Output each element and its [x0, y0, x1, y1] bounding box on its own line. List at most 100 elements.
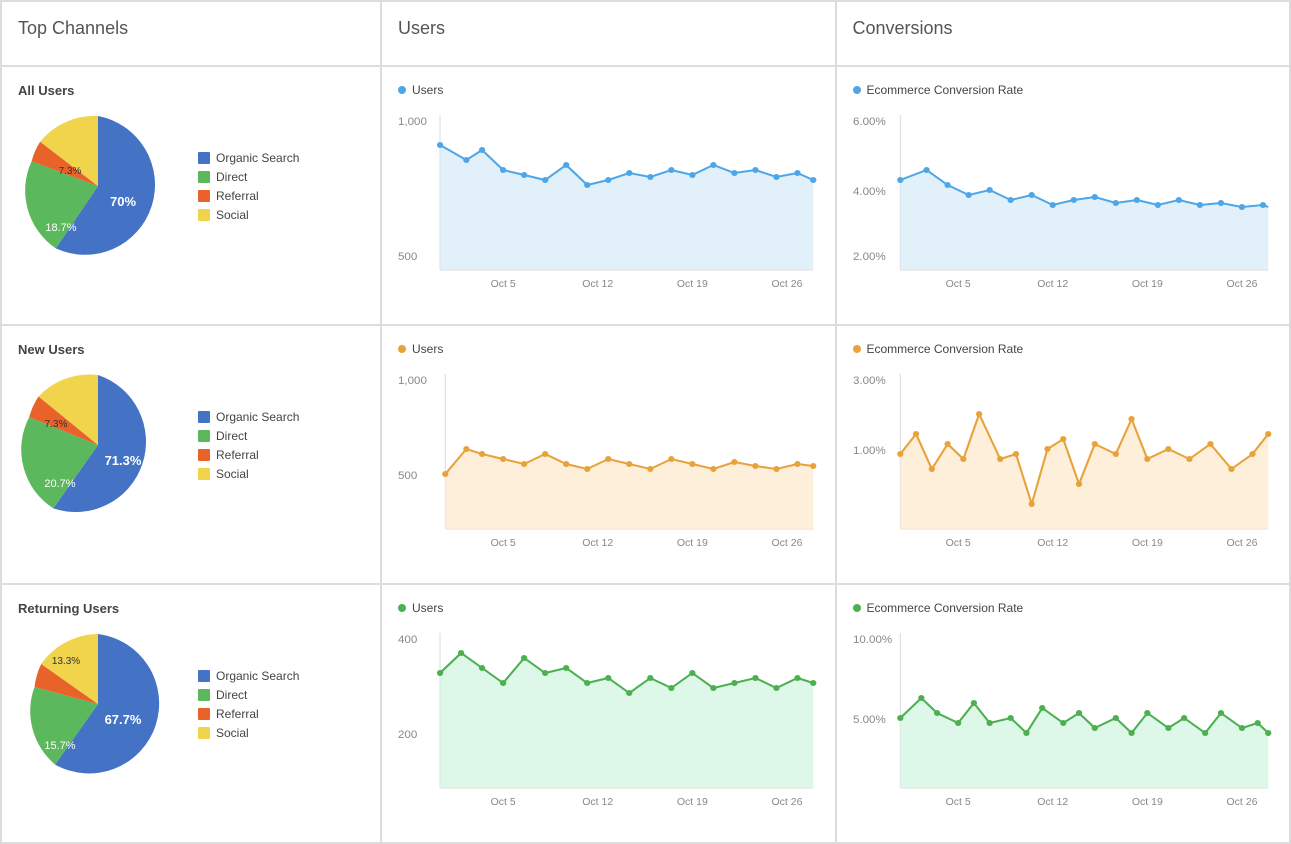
dashboard: Top Channels Users Conversions All Users… — [0, 0, 1291, 844]
all-users-conv-label: Ecommerce Conversion Rate — [867, 83, 1024, 97]
ret-legend-social-color — [198, 727, 210, 739]
new-legend-organic-color — [198, 411, 210, 423]
legend-social-color — [198, 209, 210, 221]
svg-text:500: 500 — [398, 251, 417, 263]
all-users-conv-dot — [853, 86, 861, 94]
new-legend-referral-color — [198, 449, 210, 461]
new-users-conv-chart: 3.00% 1.00% — [853, 364, 1274, 564]
returning-users-pie-container: 67.7% 15.7% 13.3% Organic Search Direct … — [18, 624, 364, 784]
legend-referral-color — [198, 190, 210, 202]
all-users-chart-title: Users — [398, 83, 819, 97]
all-users-conv-title: Ecommerce Conversion Rate — [853, 83, 1274, 97]
new-legend-social-label: Social — [216, 467, 249, 481]
header-conversions: Conversions — [836, 1, 1291, 66]
all-users-conv-chart: 6.00% 4.00% 2.00% Oct 5 — [853, 105, 1274, 305]
legend-social-label: Social — [216, 208, 249, 222]
svg-text:7.3%: 7.3% — [59, 166, 82, 177]
ret-legend-organic-label: Organic Search — [216, 669, 299, 683]
svg-text:Oct 12: Oct 12 — [582, 538, 613, 549]
svg-text:1.00%: 1.00% — [853, 445, 886, 457]
returning-users-conv-chart: 10.00% 5.00% — [853, 623, 1274, 823]
all-users-chart-dot — [398, 86, 406, 94]
new-legend-social: Social — [198, 467, 299, 481]
all-users-legend: Organic Search Direct Referral Social — [198, 151, 299, 222]
legend-organic: Organic Search — [198, 151, 299, 165]
svg-text:Oct 12: Oct 12 — [1037, 797, 1068, 808]
svg-text:Oct 26: Oct 26 — [1226, 538, 1257, 549]
new-users-chart-dot — [398, 345, 406, 353]
header-channels: Top Channels — [1, 1, 381, 66]
ret-legend-direct-label: Direct — [216, 688, 247, 702]
svg-text:Oct 19: Oct 19 — [677, 538, 708, 549]
new-legend-organic-label: Organic Search — [216, 410, 299, 424]
all-users-chart-cell: Users 1,000 500 — [381, 66, 836, 325]
new-users-conv-dot — [853, 345, 861, 353]
svg-text:13.3%: 13.3% — [52, 656, 80, 667]
new-legend-direct: Direct — [198, 429, 299, 443]
svg-text:6.00%: 6.00% — [853, 116, 886, 128]
ret-legend-social-label: Social — [216, 726, 249, 740]
new-legend-referral-label: Referral — [216, 448, 259, 462]
svg-text:70%: 70% — [110, 194, 136, 209]
svg-text:Oct 26: Oct 26 — [771, 279, 802, 290]
legend-referral-label: Referral — [216, 189, 259, 203]
all-users-conv-cell: Ecommerce Conversion Rate 6.00% 4.00% 2.… — [836, 66, 1291, 325]
ret-legend-direct: Direct — [198, 688, 299, 702]
svg-text:Oct 19: Oct 19 — [1131, 279, 1162, 290]
new-users-conv-label: Ecommerce Conversion Rate — [867, 342, 1024, 356]
legend-direct-color — [198, 171, 210, 183]
svg-text:Oct 19: Oct 19 — [677, 797, 708, 808]
new-users-legend: Organic Search Direct Referral Social — [198, 410, 299, 481]
new-legend-social-color — [198, 468, 210, 480]
svg-text:67.7%: 67.7% — [105, 712, 142, 727]
legend-direct: Direct — [198, 170, 299, 184]
svg-text:Oct 5: Oct 5 — [491, 538, 516, 549]
conversions-title: Conversions — [853, 18, 1274, 39]
returning-users-label: Returning Users — [18, 601, 364, 616]
new-users-pie-cell: New Users 71.3% 20.7% 7.3% Organic Searc… — [1, 325, 381, 584]
ret-legend-social: Social — [198, 726, 299, 740]
users-title: Users — [398, 18, 819, 39]
svg-text:71.3%: 71.3% — [105, 453, 142, 468]
svg-text:Oct 5: Oct 5 — [491, 797, 516, 808]
returning-users-line-chart: 400 200 Oct 5 Oct 12 — [398, 623, 819, 823]
returning-users-chart-title: Users — [398, 601, 819, 615]
new-users-line-chart: 1,000 500 Oct 5 Oct 1 — [398, 364, 819, 564]
returning-users-pie-chart: 67.7% 15.7% 13.3% — [18, 624, 178, 784]
returning-users-legend: Organic Search Direct Referral Social — [198, 669, 299, 740]
ret-legend-direct-color — [198, 689, 210, 701]
returning-users-pie-cell: Returning Users 67.7% 15.7% 13.3% Organi… — [1, 584, 381, 843]
new-users-conv-title: Ecommerce Conversion Rate — [853, 342, 1274, 356]
new-legend-organic: Organic Search — [198, 410, 299, 424]
new-legend-direct-label: Direct — [216, 429, 247, 443]
svg-text:Oct 19: Oct 19 — [1131, 797, 1162, 808]
svg-text:200: 200 — [398, 729, 417, 741]
all-users-pie-chart: 70% 18.7% 7.3% — [18, 106, 178, 266]
new-legend-direct-color — [198, 430, 210, 442]
svg-text:7.3%: 7.3% — [45, 419, 68, 430]
svg-text:500: 500 — [398, 470, 417, 482]
svg-text:10.00%: 10.00% — [853, 634, 892, 646]
svg-text:2.00%: 2.00% — [853, 251, 886, 263]
returning-users-conv-cell: Ecommerce Conversion Rate 10.00% 5.00% — [836, 584, 1291, 843]
new-users-chart-title: Users — [398, 342, 819, 356]
all-users-label: All Users — [18, 83, 364, 98]
svg-text:Oct 19: Oct 19 — [1131, 538, 1162, 549]
returning-users-chart-cell: Users 400 200 — [381, 584, 836, 843]
svg-text:Oct 19: Oct 19 — [677, 279, 708, 290]
new-legend-referral: Referral — [198, 448, 299, 462]
all-users-line-chart: 1,000 500 — [398, 105, 819, 305]
new-users-pie-container: 71.3% 20.7% 7.3% Organic Search Direct R… — [18, 365, 364, 525]
legend-direct-label: Direct — [216, 170, 247, 184]
svg-text:18.7%: 18.7% — [45, 222, 76, 234]
ret-legend-referral-color — [198, 708, 210, 720]
svg-text:20.7%: 20.7% — [44, 478, 75, 490]
new-users-label: New Users — [18, 342, 364, 357]
returning-users-chart-label: Users — [412, 601, 443, 615]
svg-text:Oct 5: Oct 5 — [945, 797, 970, 808]
svg-text:Oct 26: Oct 26 — [771, 538, 802, 549]
svg-text:Oct 12: Oct 12 — [582, 279, 613, 290]
svg-text:400: 400 — [398, 634, 417, 646]
svg-text:Oct 26: Oct 26 — [771, 797, 802, 808]
new-users-chart-label: Users — [412, 342, 443, 356]
